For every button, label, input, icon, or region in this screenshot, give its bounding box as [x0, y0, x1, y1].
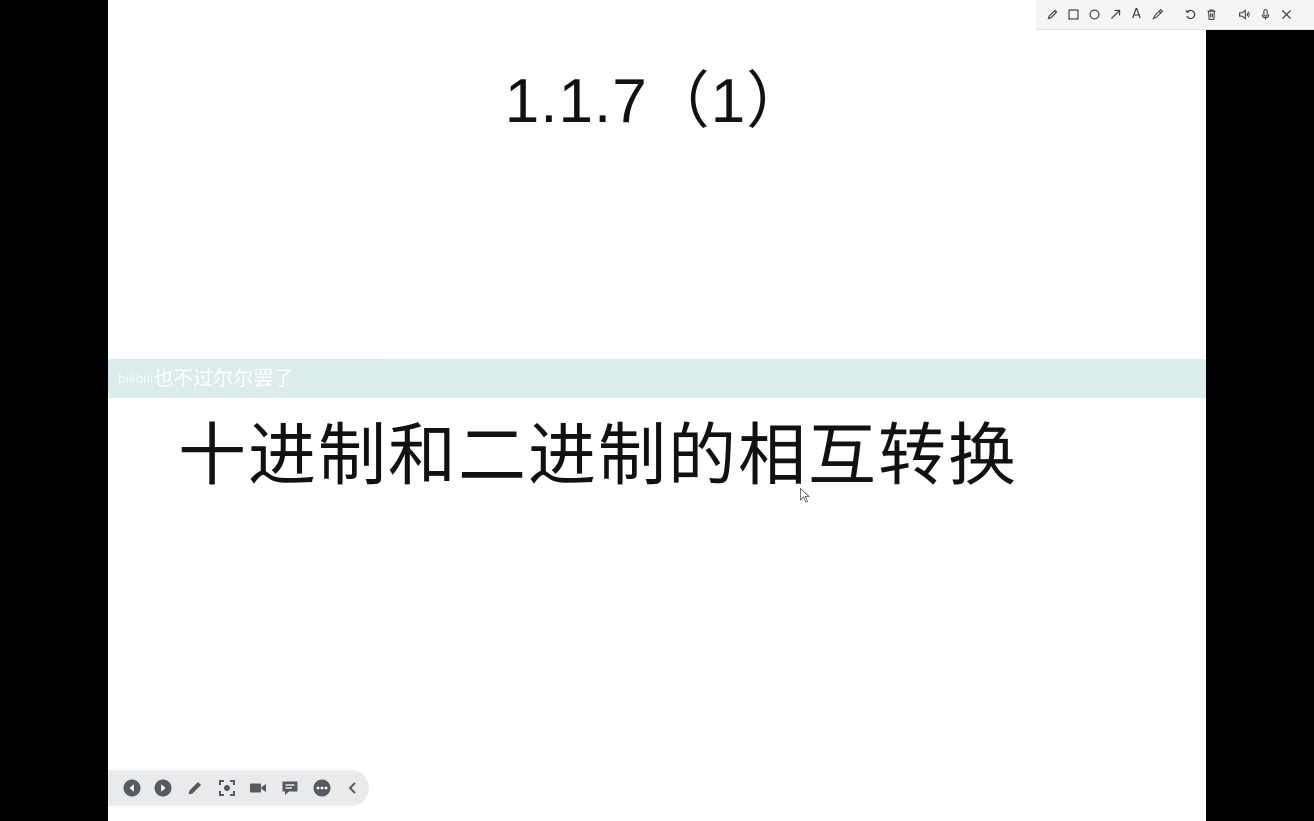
- highlighter-icon[interactable]: [1147, 3, 1168, 27]
- annotation-toolbar: A: [1036, 0, 1314, 30]
- screenshot-icon[interactable]: [211, 772, 243, 804]
- text-tool[interactable]: A: [1126, 3, 1147, 27]
- mouse-cursor-icon: [800, 488, 810, 503]
- close-icon[interactable]: [1276, 3, 1297, 27]
- presentation-controls: [108, 770, 369, 806]
- screen: 1.1.7（1） 十进制和二进制的相互转换 bilibili也不过尔尔罢了 A: [0, 0, 1314, 821]
- slide-subtitle: 十进制和二进制的相互转换: [178, 417, 1019, 496]
- rectangle-icon[interactable]: [1063, 3, 1084, 27]
- pen-icon[interactable]: [1042, 3, 1063, 27]
- collapse-icon[interactable]: [337, 772, 369, 804]
- undo-icon[interactable]: [1180, 3, 1201, 27]
- next-icon[interactable]: [148, 772, 180, 804]
- arrow-icon[interactable]: [1105, 3, 1126, 27]
- trash-icon[interactable]: [1201, 3, 1222, 27]
- previous-icon[interactable]: [116, 772, 148, 804]
- chat-icon[interactable]: [274, 772, 306, 804]
- presentation-slide: 1.1.7（1） 十进制和二进制的相互转换: [108, 0, 1206, 821]
- toolbar-separator: [1222, 3, 1234, 27]
- slide-title: 1.1.7（1）: [504, 67, 810, 136]
- danmaku-bar: bilibili也不过尔尔罢了: [108, 359, 1206, 398]
- circle-icon[interactable]: [1084, 3, 1105, 27]
- camera-icon[interactable]: [243, 772, 275, 804]
- microphone-icon[interactable]: [1255, 3, 1276, 27]
- speaker-icon[interactable]: [1234, 3, 1255, 27]
- danmaku-comment: bilibili也不过尔尔罢了: [118, 366, 293, 391]
- more-icon[interactable]: [306, 772, 338, 804]
- danmaku-brand: bilibili: [118, 372, 154, 386]
- danmaku-text: 也不过尔尔罢了: [153, 366, 294, 390]
- toolbar-separator: [1168, 3, 1180, 27]
- pen-icon[interactable]: [179, 772, 211, 804]
